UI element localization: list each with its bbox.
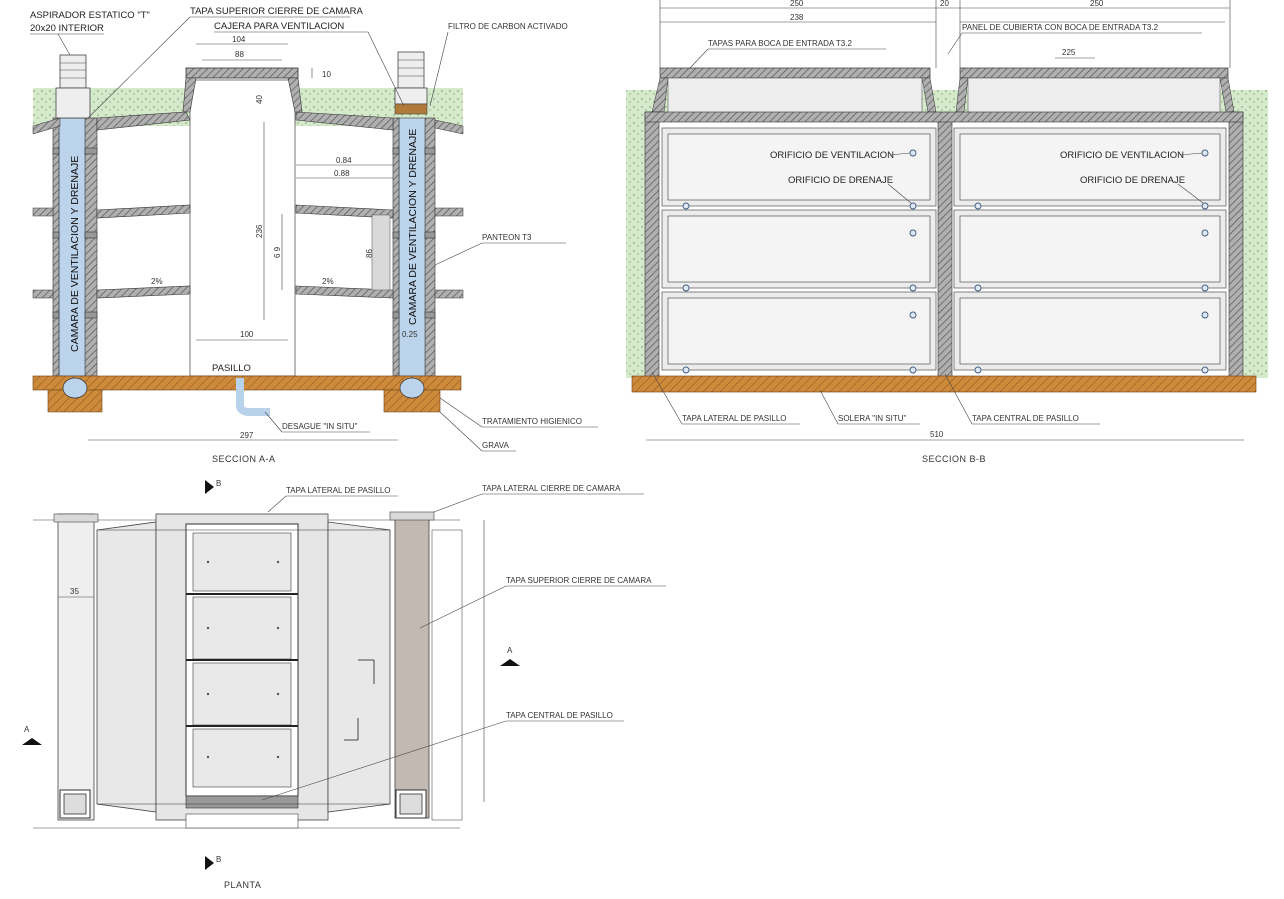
dim-top-mid: 20 [940, 0, 949, 8]
camera-left-label: CAMARA DE VENTILACION Y DRENAJE [69, 156, 81, 352]
mark-b-bottom: B [216, 855, 221, 864]
corridor-lid [185, 67, 299, 79]
label-tapa-central-bb: TAPA CENTRAL DE PASILLO [972, 414, 1079, 423]
dim-025: 0.25 [402, 330, 418, 339]
label-drenaje-left: ORIFICIO DE DRENAJE [788, 175, 893, 186]
mark-a-right: A [507, 646, 513, 655]
dim-top-right: 250 [1090, 0, 1104, 8]
dim-236: 236 [255, 224, 264, 238]
brown-panel [394, 517, 430, 819]
section-b-b: 250 20 250 238 225 ORIFICIO DE VENTILACI… [626, 0, 1268, 464]
label-tapa-lateral-planta: TAPA LATERAL DE PASILLO [286, 486, 390, 495]
label-solera: SOLERA "IN SITU" [838, 414, 907, 423]
label-tapa-superior-planta: TAPA SUPERIOR CIERRE DE CAMARA [506, 576, 652, 585]
label-tapa-lateral-camara: TAPA LATERAL CIERRE DE CAMARA [482, 484, 621, 493]
dim-6-9: 6 9 [273, 246, 282, 258]
dim-88: 88 [235, 50, 244, 59]
label-tratamiento: TRATAMIENTO HIGIENICO [482, 417, 582, 426]
label-aspirador-1: ASPIRADOR ESTATICO "T" [30, 10, 150, 21]
dim-40: 40 [255, 95, 264, 104]
label-tapa-lateral-bb: TAPA LATERAL DE PASILLO [682, 414, 786, 423]
mark-a-left: A [24, 725, 30, 734]
dim-total-aa: 297 [240, 431, 254, 440]
dim-sub-left: 238 [790, 13, 804, 22]
slope-right: 2% [322, 277, 334, 286]
label-desague: DESAGUE "IN SITU" [282, 422, 358, 431]
dim-total-bb: 510 [930, 430, 944, 439]
dim-104: 104 [232, 35, 246, 44]
label-vent-right: ORIFICIO DE VENTILACION [1060, 150, 1184, 161]
planta-title: PLANTA [224, 880, 261, 890]
label-tapa-central-planta: TAPA CENTRAL DE PASILLO [506, 711, 613, 720]
aspirator-right [394, 51, 428, 115]
label-vent-left: ORIFICIO DE VENTILACION [770, 150, 894, 161]
dim-sub-right: 225 [1062, 48, 1076, 57]
label-cajera: CAJERA PARA VENTILACION [214, 21, 344, 32]
dim-100: 100 [240, 330, 254, 339]
drawing-sheet: CAMARA DE VENTILACION Y DRENAJE CAMARA D… [22, 0, 1268, 890]
section-a-a: CAMARA DE VENTILACION Y DRENAJE CAMARA D… [30, 6, 598, 464]
section-aa-title: SECCION A-A [212, 454, 276, 464]
dim-088: 0.88 [334, 169, 350, 178]
mark-b-top: B [216, 479, 221, 488]
section-bb-title: SECCION B-B [922, 454, 986, 464]
label-tapas-boca: TAPAS PARA BOCA DE ENTRADA T3.2 [708, 39, 852, 48]
label-panel-cubierta: PANEL DE CUBIERTA CON BOCA DE ENTRADA T3… [962, 23, 1159, 32]
label-filtro: FILTRO DE CARBON ACTIVADO [448, 22, 568, 31]
camera-right-label: CAMARA DE VENTILACION Y DRENAJE [407, 129, 419, 325]
label-aspirador-2: 20x20 INTERIOR [30, 23, 104, 34]
label-pasillo: PASILLO [212, 363, 251, 374]
label-drenaje-right: ORIFICIO DE DRENAJE [1080, 175, 1185, 186]
planta: 35 B B A A TAPA LATERAL DE PASILLO TAPA … [22, 479, 666, 890]
dim-084: 0.84 [336, 156, 352, 165]
dim-10: 10 [322, 70, 331, 79]
dim-top-left: 250 [790, 0, 804, 8]
slope-left: 2% [151, 277, 163, 286]
label-panteon: PANTEON T3 [482, 233, 532, 242]
dim-35: 35 [70, 587, 79, 596]
label-grava: GRAVA [482, 441, 509, 450]
dim-86: 86 [365, 249, 374, 258]
label-tapa-superior: TAPA SUPERIOR CIERRE DE CAMARA [190, 6, 363, 17]
aspirator-left [55, 54, 91, 119]
